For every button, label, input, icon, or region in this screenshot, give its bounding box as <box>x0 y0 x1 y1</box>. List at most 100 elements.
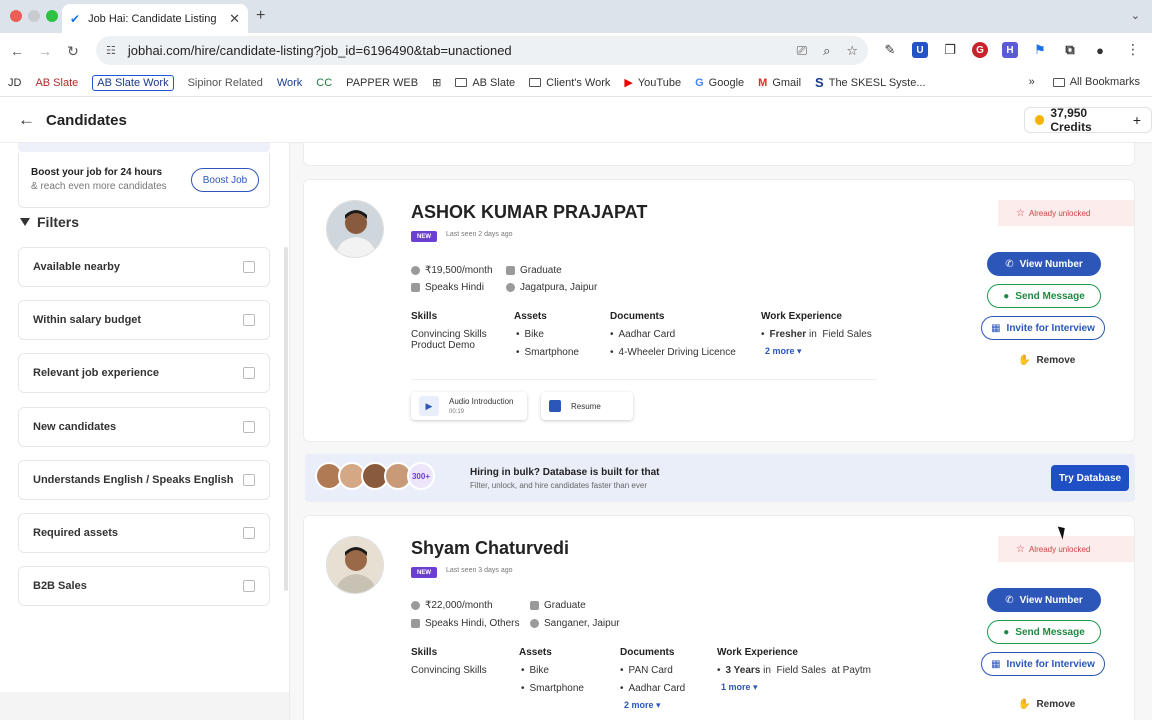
audio-introduction-chip[interactable]: ▶ Audio Introduction 00:19 <box>411 392 527 420</box>
filters-heading: Filters <box>20 214 79 230</box>
education-icon <box>506 266 515 275</box>
back-arrow-icon[interactable]: ← <box>18 110 35 130</box>
bookmark-item[interactable]: ▶ YouTube <box>624 76 681 90</box>
filter-checkbox[interactable] <box>243 314 255 326</box>
add-credits-icon[interactable]: + <box>1133 112 1141 128</box>
cast-icon[interactable]: ⎚ <box>797 43 807 59</box>
back-icon[interactable]: ← <box>6 43 28 59</box>
url-text[interactable]: jobhai.com/hire/candidate-listing?job_id… <box>128 43 512 58</box>
chevron-down-icon: ▾ <box>656 700 661 710</box>
bookmark-item[interactable]: M Gmail <box>758 77 801 89</box>
bookmark-folder[interactable]: AB Slate <box>455 77 515 89</box>
skill-item: Product Demo <box>411 340 475 351</box>
purple-extension-icon[interactable]: H <box>1002 42 1018 58</box>
bookmark-item[interactable]: AB Slate Work <box>92 74 174 91</box>
bookmark-item[interactable]: AB Slate <box>35 77 78 89</box>
send-message-button[interactable]: ● Send Message <box>987 284 1101 308</box>
already-unlocked-badge: ☆ Already unlocked <box>998 536 1134 562</box>
bookmark-item[interactable]: S The SKESL Syste... <box>815 75 925 90</box>
browser-menu-icon[interactable]: ⋮ <box>1126 41 1140 58</box>
try-database-button[interactable]: Try Database <box>1051 465 1129 491</box>
previous-candidate-card <box>303 143 1135 166</box>
remove-button[interactable]: ✋ Remove <box>1018 355 1075 366</box>
profile-icon[interactable]: ● <box>1092 42 1108 58</box>
minimize-window-icon[interactable] <box>28 10 40 22</box>
reload-icon[interactable]: ↻ <box>62 43 84 60</box>
filter-b2b-sales[interactable]: B2B Sales <box>18 566 270 606</box>
filter-required-assets[interactable]: Required assets <box>18 513 270 553</box>
bookmark-item[interactable]: Sipinor Related <box>188 77 263 89</box>
documents-more-link[interactable]: 2 more ▾ <box>624 700 661 711</box>
all-bookmarks[interactable]: All Bookmarks <box>1052 76 1140 88</box>
filter-checkbox[interactable] <box>243 421 255 433</box>
send-message-label: Send Message <box>1015 626 1085 638</box>
unlocked-label: Already unlocked <box>1028 208 1091 218</box>
invite-label: Invite for Interview <box>1006 322 1095 334</box>
bookmark-star-icon[interactable]: ☆ <box>846 43 858 59</box>
bookmark-item[interactable]: Work <box>277 77 302 89</box>
experience-item: Fresher in Field Sales <box>761 329 872 341</box>
candidate-name[interactable]: Shyam Chaturvedi <box>411 538 569 559</box>
apps-grid-icon[interactable]: ⊞ <box>432 76 441 89</box>
location-value: Sanganer, Jaipur <box>544 618 620 629</box>
more-bookmarks-icon[interactable]: » <box>1029 76 1035 88</box>
filter-label: Available nearby <box>33 261 121 273</box>
credits-badge[interactable]: 37,950 Credits + <box>1024 106 1152 134</box>
filter-within-salary-budget[interactable]: Within salary budget <box>18 300 270 340</box>
bookmark-extension-icon[interactable]: ⚑ <box>1032 42 1048 58</box>
view-number-button[interactable]: ✆ View Number <box>987 252 1101 276</box>
new-tab-icon[interactable]: + <box>256 7 265 25</box>
filter-available-nearby[interactable]: Available nearby <box>18 247 270 287</box>
invite-interview-button[interactable]: ▦ Invite for Interview <box>981 652 1105 676</box>
bookmark-item[interactable]: PAPPER WEB <box>346 77 418 89</box>
candidate-card: Shyam Chaturvedi NEW Last seen 3 days ag… <box>303 515 1135 720</box>
zoom-icon[interactable]: ⌕ <box>823 43 830 59</box>
send-message-button[interactable]: ● Send Message <box>987 620 1101 644</box>
coin-icon <box>1035 115 1045 125</box>
experience-more-link[interactable]: 1 more ▾ <box>721 682 758 693</box>
chevron-down-icon: ▾ <box>797 346 802 356</box>
new-badge: NEW <box>411 567 437 578</box>
resume-chip[interactable]: Resume <box>541 392 633 420</box>
browser-tab[interactable]: ✔ Job Hai: Candidate Listing ✕ <box>62 4 248 33</box>
asset-item: Smartphone <box>521 683 584 695</box>
blue-extension-icon[interactable]: U <box>912 42 928 58</box>
tab-search-chevron-icon[interactable]: ⌄ <box>1131 9 1140 22</box>
forward-icon[interactable]: → <box>34 43 56 59</box>
close-tab-icon[interactable]: ✕ <box>229 11 240 27</box>
banner-subtitle: Filter, unlock, and hire candidates fast… <box>470 481 647 490</box>
filter-english[interactable]: Understands English / Speaks English <box>18 460 270 500</box>
document-item: Aadhar Card <box>620 683 686 695</box>
remove-button[interactable]: ✋ Remove <box>1018 699 1075 710</box>
copy-extension-icon[interactable]: ❐ <box>942 42 958 58</box>
boost-job-button[interactable]: Boost Job <box>191 168 259 192</box>
bookmark-item[interactable]: CC <box>316 77 332 89</box>
close-window-icon[interactable] <box>10 10 22 22</box>
bookmark-folder[interactable]: Client's Work <box>529 77 610 89</box>
filter-new-candidates[interactable]: New candidates <box>18 407 270 447</box>
site-info-icon[interactable]: ☷ <box>106 44 116 57</box>
salary: ₹19,500/month <box>411 265 493 276</box>
filter-checkbox[interactable] <box>243 474 255 486</box>
boost-subtitle: & reach even more candidates <box>31 181 167 192</box>
view-number-button[interactable]: ✆ View Number <box>987 588 1101 612</box>
puzzle-extension-icon[interactable]: ⧉ <box>1062 42 1078 58</box>
filter-checkbox[interactable] <box>243 527 255 539</box>
bookmark-item[interactable]: JD <box>8 77 21 89</box>
filter-relevant-experience[interactable]: Relevant job experience <box>18 353 270 393</box>
pen-extension-icon[interactable]: ✎ <box>882 42 898 58</box>
maximize-window-icon[interactable] <box>46 10 58 22</box>
filter-checkbox[interactable] <box>243 580 255 592</box>
rupee-icon <box>411 601 420 610</box>
candidate-name[interactable]: ASHOK KUMAR PRAJAPAT <box>411 202 647 223</box>
filter-checkbox[interactable] <box>243 367 255 379</box>
address-bar[interactable]: ☷ jobhai.com/hire/candidate-listing?job_… <box>96 36 868 65</box>
filter-funnel-icon <box>20 218 30 226</box>
bookmark-item[interactable]: G Google <box>695 77 744 89</box>
sidebar-scrollbar[interactable] <box>284 247 288 591</box>
filter-checkbox[interactable] <box>243 261 255 273</box>
experience-more-link[interactable]: 2 more ▾ <box>765 346 802 357</box>
red-extension-icon[interactable]: G <box>972 42 988 58</box>
app-header: ← Candidates 37,950 Credits + <box>0 98 1152 143</box>
invite-interview-button[interactable]: ▦ Invite for Interview <box>981 316 1105 340</box>
